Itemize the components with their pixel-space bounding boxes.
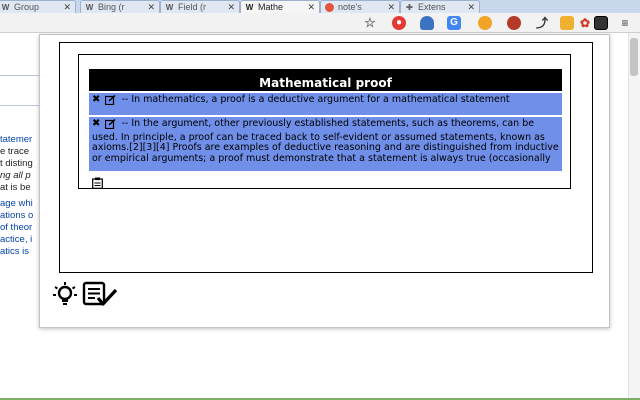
translate-icon[interactable]: G [447, 16, 461, 30]
notes-extension-icon[interactable] [594, 16, 608, 30]
tab-title: note's [338, 2, 362, 12]
notes-popup: Mathematical proof ✖ -- In mathematics, … [39, 34, 610, 328]
page-text-line: e trace [0, 146, 30, 157]
wikipedia-favicon-icon: W [165, 3, 174, 12]
tab-title: Extens [418, 2, 446, 12]
page-text-line[interactable]: atics is [0, 246, 40, 257]
puzzle-favicon-icon: ✚ [406, 3, 413, 12]
page-text-line: at is be [0, 182, 31, 193]
close-tab-icon[interactable]: ✕ [147, 1, 155, 13]
app-favicon-icon [325, 3, 334, 12]
browser-tab-4[interactable]: note's ✕ [320, 0, 400, 13]
tab-title: Bing (r [98, 2, 125, 12]
note-text: -- In mathematics, a proof is a deductiv… [121, 94, 510, 105]
wikipedia-favicon-icon: W [245, 3, 254, 12]
note-item: ✖ -- In mathematics, a proof is a deduct… [89, 93, 562, 115]
browser-tab-3[interactable]: W Mathe ✕ [240, 0, 320, 13]
note-item: ✖ -- In the argument, other previously e… [89, 117, 562, 171]
wikipedia-favicon-icon: W [85, 3, 94, 12]
browser-toolbar: ☆ ● G ⤴ ✿ ≡ [0, 13, 640, 33]
close-tab-icon[interactable]: ✕ [227, 1, 235, 13]
page-text-line[interactable]: ations o [0, 210, 40, 221]
record-icon[interactable]: ● [392, 16, 406, 30]
edit-note-icon[interactable] [105, 118, 116, 133]
page-text-line: t disting [0, 158, 33, 169]
pin-icon[interactable] [560, 16, 574, 30]
delete-note-icon[interactable]: ✖ [92, 94, 100, 106]
page-text-line[interactable]: of theor [0, 222, 40, 233]
close-tab-icon[interactable]: ✕ [307, 1, 315, 13]
browser-tab-2[interactable]: W Field (r ✕ [160, 0, 240, 13]
lightbulb-icon[interactable] [52, 281, 78, 307]
note-title: Mathematical proof [89, 69, 562, 91]
note-card: Mathematical proof ✖ -- In mathematics, … [78, 54, 571, 189]
share-icon[interactable]: ⤴ [535, 16, 549, 30]
page-scrollbar[interactable] [628, 33, 640, 400]
tab-strip: W Group ✕ W Bing (r ✕ W Field (r ✕ W Mat… [0, 0, 640, 13]
gift-icon[interactable]: ✿ [578, 16, 592, 30]
browser-tab-1[interactable]: W Bing (r ✕ [80, 0, 160, 13]
tab-title: Mathe [258, 2, 284, 12]
tab-title: Group [14, 2, 40, 12]
ghost-icon[interactable] [420, 16, 434, 30]
close-tab-icon[interactable]: ✕ [467, 1, 475, 13]
clipboard-icon[interactable] [92, 177, 103, 189]
note-text: -- In the argument, other previously est… [92, 118, 559, 164]
page-text-line: ng all p [0, 170, 31, 181]
close-tab-icon[interactable]: ✕ [387, 1, 395, 13]
wikipedia-favicon-icon: W [1, 3, 10, 12]
menu-icon[interactable]: ≡ [618, 16, 632, 30]
fruit-icon[interactable] [507, 16, 521, 30]
notes-panel: Mathematical proof ✖ -- In mathematics, … [59, 42, 593, 273]
page-text-line[interactable]: age whi [0, 198, 40, 209]
edit-note-icon[interactable] [105, 94, 116, 109]
page-text-line[interactable]: tatemer [0, 134, 40, 145]
page-text-line[interactable]: actice, i [0, 234, 40, 245]
browser-tab-0[interactable]: W Group ✕ [0, 0, 76, 13]
close-tab-icon[interactable]: ✕ [63, 1, 71, 13]
delete-note-icon[interactable]: ✖ [92, 118, 100, 130]
checklist-icon[interactable] [82, 281, 118, 307]
scrollbar-thumb[interactable] [630, 38, 638, 76]
tab-title: Field (r [178, 2, 207, 12]
browser-tab-5[interactable]: ✚ Extens ✕ [400, 0, 480, 13]
color-icon[interactable] [478, 16, 492, 30]
star-icon[interactable]: ☆ [363, 16, 377, 30]
